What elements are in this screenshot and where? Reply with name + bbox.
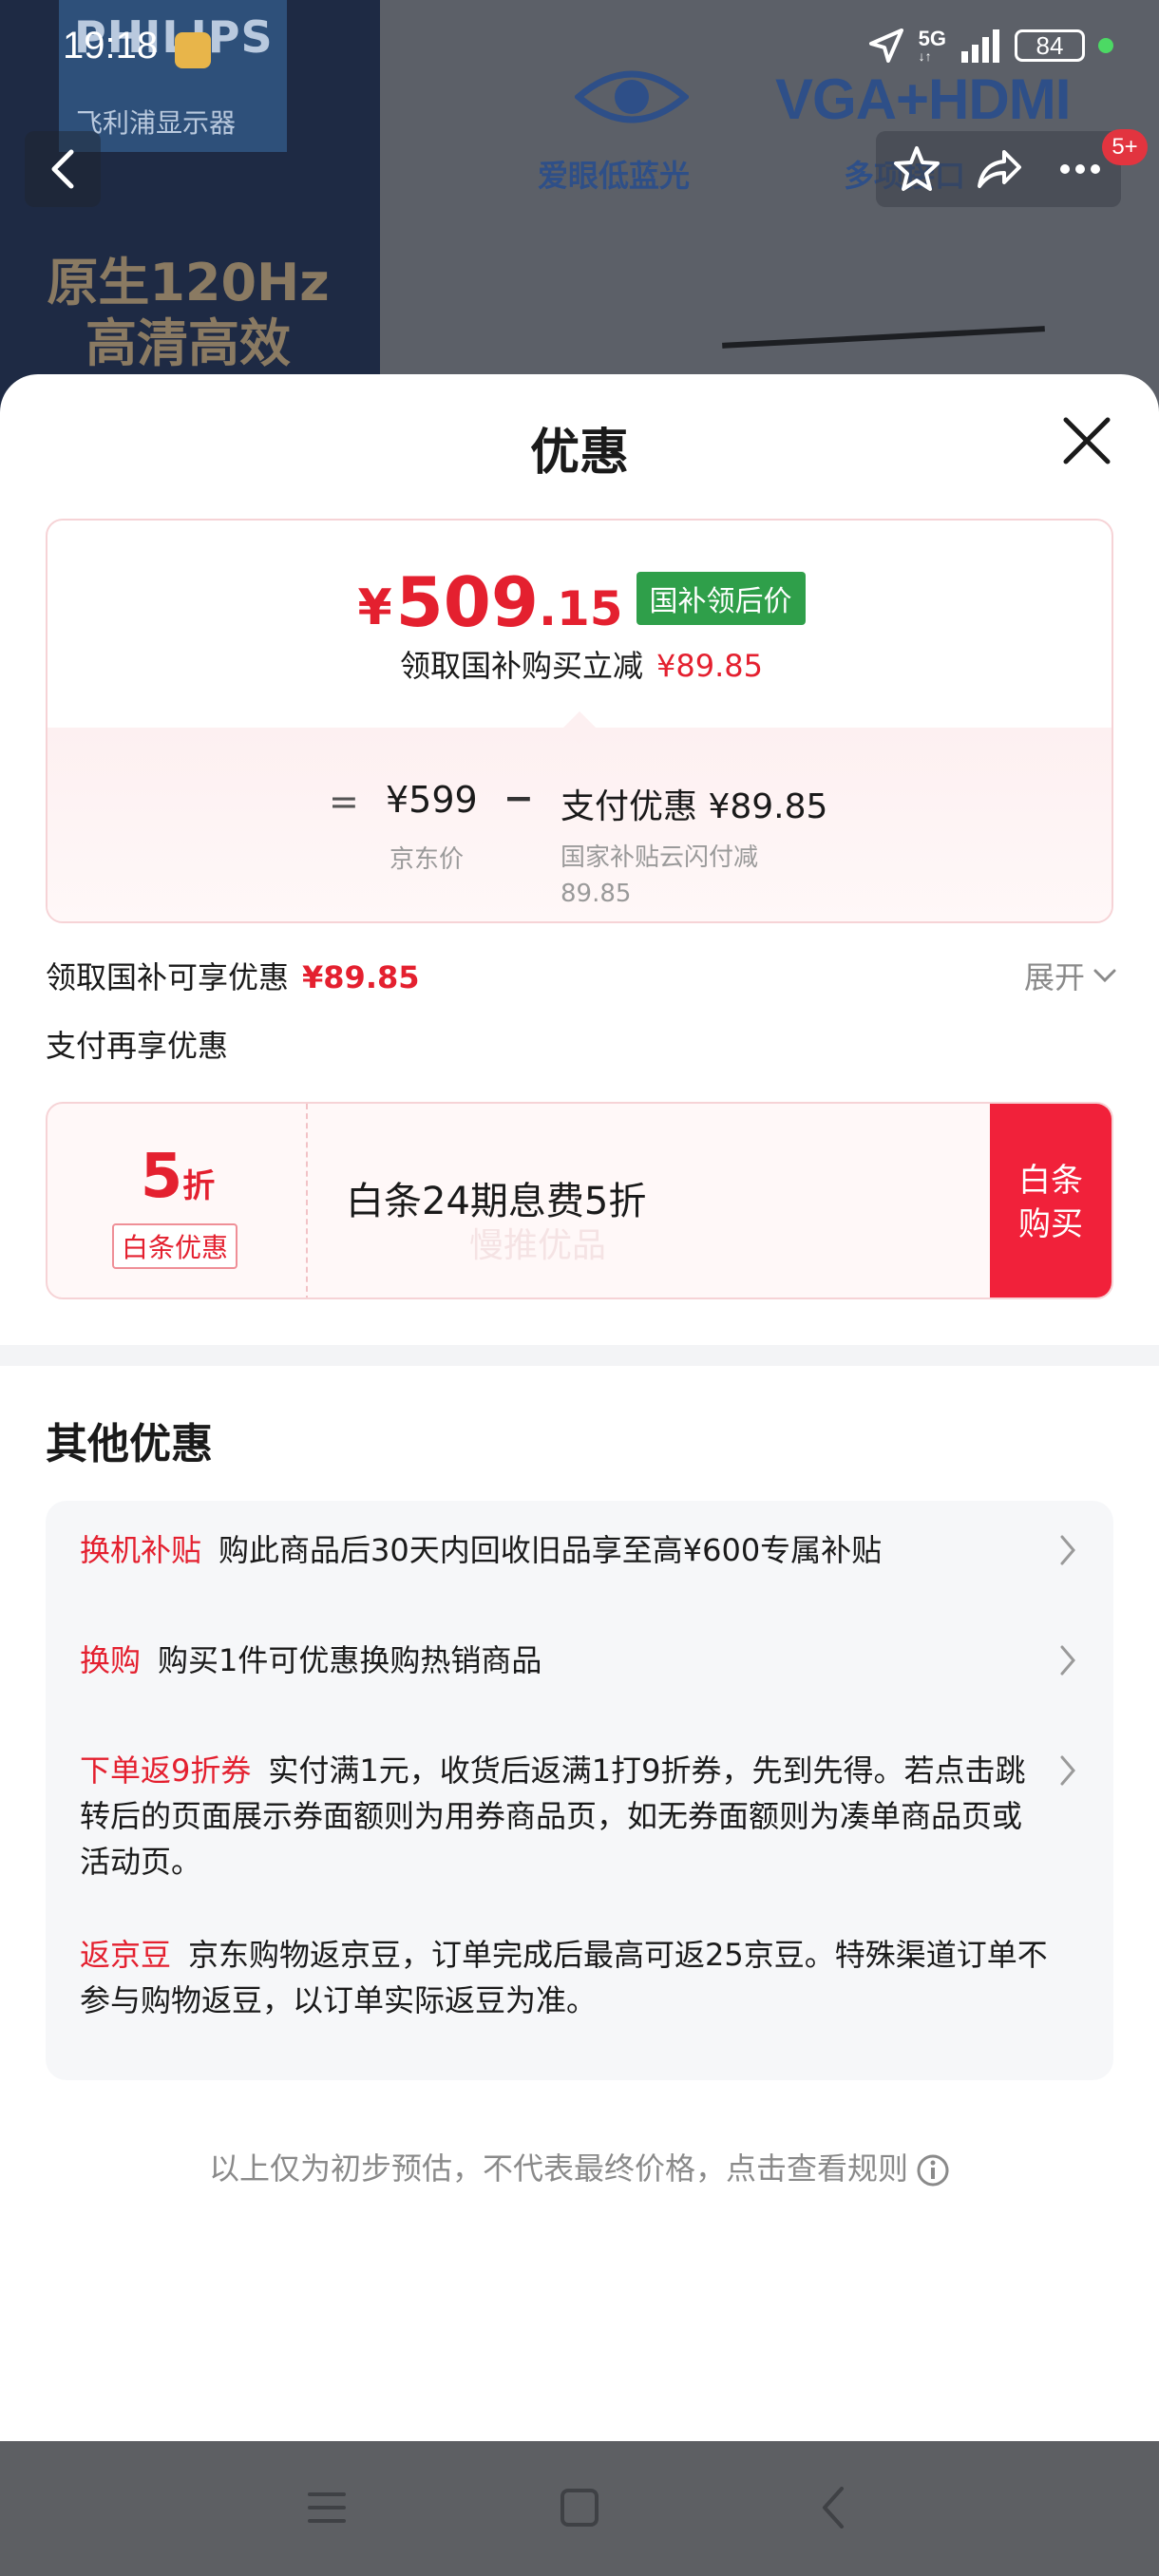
equals-sign: = xyxy=(329,781,359,823)
info-icon[interactable] xyxy=(916,2153,950,2188)
rules-note[interactable]: 以上仅为初步预估，不代表最终价格，点击查看规则 xyxy=(0,2145,1159,2188)
promo-text: 原生120Hz 高清高效 xyxy=(47,253,330,373)
chevron-right-icon[interactable] xyxy=(1056,1641,1079,1679)
expand-button[interactable]: 展开 xyxy=(1024,954,1117,997)
price-decimal: .15 xyxy=(538,581,623,636)
chevron-left-icon xyxy=(51,149,74,189)
jd-price-label: 京东价 xyxy=(390,845,465,874)
privacy-dot-icon xyxy=(1098,38,1113,53)
subsidy-claim-row: 领取国补可享优惠 ¥89.85 xyxy=(46,954,420,997)
baitiao-discount-block: 5折 白条优惠 xyxy=(48,1104,308,1297)
baitiao-buy-button[interactable]: 白条购买 xyxy=(990,1104,1112,1297)
other-offers-title: 其他优惠 xyxy=(46,1420,213,1468)
brand-subtitle: 飞利浦显示器 xyxy=(76,107,237,139)
expand-label: 展开 xyxy=(1023,959,1085,995)
offer-text: 购买1件可优惠换购热销商品 xyxy=(158,1642,542,1678)
more-icon[interactable] xyxy=(1055,144,1105,194)
payment-discount-label: 国家补贴云闪付减89.85 xyxy=(560,843,759,908)
subsidy-price-tag: 国补领后价 xyxy=(636,572,806,625)
offer-exchange[interactable]: 换购 购买1件可优惠换购热销商品 xyxy=(80,1638,1049,1683)
offer-tag: 返京豆 xyxy=(80,1937,172,1973)
baitiao-discount-number: 5 xyxy=(140,1142,183,1212)
network-arrows-icon: ↓↑ xyxy=(918,48,932,64)
system-nav-bar xyxy=(0,2441,1159,2576)
chevron-down-icon xyxy=(1093,969,1116,983)
offer-coupon-return[interactable]: 下单返9折券 实付满1元，收货后返满1打9折券，先到先得。若点击跳转后的页面展示券… xyxy=(80,1748,1049,1885)
baitiao-offer-card[interactable]: 5折 白条优惠 白条24期息费5折 慢推优品 白条购买 xyxy=(46,1102,1113,1299)
minus-sign: − xyxy=(504,777,534,819)
price-subtitle: 领取国补购买立减 ¥89.85 xyxy=(48,642,1112,686)
share-icon[interactable] xyxy=(974,144,1023,194)
baitiao-buy-label: 白条购买 xyxy=(1018,1162,1083,1243)
price-subtitle-text: 领取国补购买立减 xyxy=(400,648,644,684)
home-icon[interactable] xyxy=(557,2485,602,2530)
price-card: ¥ 509 .15 国补领后价 领取国补购买立减 ¥89.85 = ¥599 京东… xyxy=(46,519,1113,923)
back-button[interactable] xyxy=(25,131,101,207)
price-subtitle-amount: ¥89.85 xyxy=(656,648,763,684)
status-time: 19:18 xyxy=(63,25,159,66)
network-indicator: 5G ↓↑ xyxy=(918,27,946,64)
close-icon[interactable] xyxy=(1056,410,1117,471)
baitiao-tag: 白条优惠 xyxy=(112,1223,238,1269)
baitiao-discount-unit: 折 xyxy=(182,1167,216,1205)
network-type: 5G xyxy=(918,27,946,50)
star-icon[interactable] xyxy=(892,144,941,194)
location-arrow-icon xyxy=(868,28,903,63)
signal-icon xyxy=(961,29,999,63)
offer-jd-beans: 返京豆 京东购物返京豆，订单完成后最高可返25京豆。特殊渠道订单不参与购物返豆，以… xyxy=(80,1932,1049,2023)
message-badge: 5+ xyxy=(1102,129,1148,165)
feature-eye-care: 爱眼低蓝光 xyxy=(538,158,691,194)
offer-text: 京东购物返京豆，订单完成后最高可返25京豆。特殊渠道订单不参与购物返豆，以订单实… xyxy=(80,1937,1048,2018)
chevron-right-icon[interactable] xyxy=(1056,1531,1079,1569)
status-icons: 5G ↓↑ 84 xyxy=(867,27,1113,65)
top-action-bar xyxy=(876,131,1121,207)
offer-text: 购此商品后30天内回收旧品享至高¥600专属补贴 xyxy=(218,1532,883,1568)
offer-tag: 换购 xyxy=(80,1642,142,1678)
chevron-right-icon[interactable] xyxy=(1056,1752,1079,1790)
menu-icon[interactable] xyxy=(304,2485,350,2530)
battery-icon: 84 xyxy=(1015,29,1085,62)
subsidy-claim-text: 领取国补可享优惠 xyxy=(46,959,290,995)
pay-more-title: 支付再享优惠 xyxy=(46,1028,229,1064)
price-currency: ¥ xyxy=(357,579,392,636)
rules-note-text: 以上仅为初步预估，不代表最终价格，点击查看规则 xyxy=(208,2150,908,2187)
other-offers-card: 换机补贴 购此商品后30天内回收旧品享至高¥600专属补贴 换购 购买1件可优惠换购… xyxy=(46,1501,1113,2080)
final-price: ¥ 509 .15 国补领后价 xyxy=(48,562,1112,642)
section-divider xyxy=(0,1345,1159,1366)
price-integer: 509 xyxy=(395,562,539,642)
discount-sheet: 优惠 ¥ 509 .15 国补领后价 领取国补购买立减 ¥89.85 = ¥599… xyxy=(0,374,1159,2441)
offer-trade-in[interactable]: 换机补贴 购此商品后30天内回收旧品享至高¥600专属补贴 xyxy=(80,1527,1049,1573)
offer-tag: 下单返9折券 xyxy=(80,1752,252,1789)
baitiao-discount: 5折 xyxy=(48,1142,308,1212)
baitiao-watermark: 慢推优品 xyxy=(469,1226,607,1265)
jd-price: ¥599 xyxy=(386,779,478,821)
payment-discount: 支付优惠 ¥89.85 xyxy=(560,787,828,826)
app-notification-icon xyxy=(175,32,211,68)
price-breakdown: = ¥599 京东价 − 支付优惠 ¥89.85 国家补贴云闪付减89.85 xyxy=(48,728,1112,921)
offer-tag: 换机补贴 xyxy=(80,1532,202,1568)
status-bar: 19:18 5G ↓↑ 84 xyxy=(0,0,1159,95)
subsidy-claim-amount: ¥89.85 xyxy=(302,959,420,995)
sheet-title: 优惠 xyxy=(529,425,629,482)
back-nav-icon[interactable] xyxy=(811,2485,857,2530)
